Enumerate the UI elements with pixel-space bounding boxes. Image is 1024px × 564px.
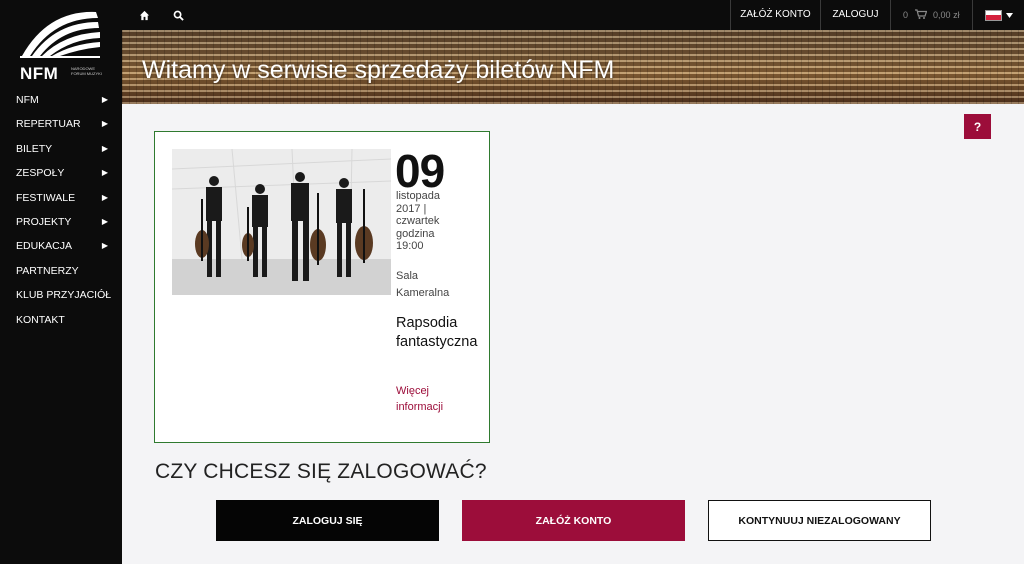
chevron-right-icon: ▶ bbox=[101, 192, 108, 202]
event-venue-line-1: Sala bbox=[396, 270, 419, 282]
language-selector[interactable] bbox=[972, 0, 1024, 30]
event-time: 19:00 bbox=[396, 240, 424, 252]
logo-text: NFM bbox=[20, 64, 59, 83]
nfm-logo[interactable]: NFM NARODOWE FORUM MUZYKI bbox=[18, 6, 104, 86]
search-icon[interactable] bbox=[166, 0, 190, 30]
sidebar-item-label: FESTIWALE bbox=[16, 191, 76, 204]
sidebar-item-label: REPERTUAR bbox=[16, 118, 81, 131]
hero-banner: Witamy w serwisie sprzedaży biletów NFM bbox=[122, 30, 1024, 104]
sidebar-item-zespoly[interactable]: ZESPOŁY ▶ bbox=[0, 161, 122, 185]
login-question-heading: CZY CHCESZ SIĘ ZALOGOWAĆ? bbox=[155, 460, 487, 483]
sidebar-item-repertuar[interactable]: REPERTUAR ▶ bbox=[0, 112, 122, 136]
event-photo[interactable] bbox=[172, 149, 391, 295]
event-card: 09 listopada 2017 | czwartek godzina 19:… bbox=[154, 131, 490, 443]
chevron-right-icon: ▶ bbox=[101, 216, 108, 226]
logo-waves-icon bbox=[20, 11, 100, 58]
event-time-label: godzina bbox=[396, 227, 435, 240]
register-link[interactable]: ZAŁÓŻ KONTO bbox=[730, 0, 820, 30]
sidebar-item-label: PARTNERZY bbox=[16, 264, 79, 277]
event-title[interactable]: Rapsodia fantastyczna bbox=[396, 314, 516, 352]
login-button[interactable]: ZALOGUJ SIĘ bbox=[216, 500, 439, 541]
sidebar-item-klub-przyjaciol[interactable]: KLUB PRZYJACIÓŁ bbox=[0, 283, 122, 307]
sidebar-item-label: KLUB PRZYJACIÓŁ bbox=[16, 289, 112, 302]
home-icon[interactable] bbox=[132, 0, 156, 30]
help-button[interactable]: ? bbox=[964, 114, 991, 139]
event-day: 09 bbox=[395, 145, 445, 197]
sidebar-nav: NFM ▶ REPERTUAR ▶ BILETY ▶ ZESPOŁY ▶ FESTIWA… bbox=[0, 88, 122, 332]
register-button[interactable]: ZAŁÓŻ KONTO bbox=[462, 500, 685, 541]
event-date-weekday: czwartek bbox=[396, 215, 440, 227]
cart-total: 0,00 zł bbox=[933, 10, 960, 20]
sidebar-item-festiwale[interactable]: FESTIWALE ▶ bbox=[0, 186, 122, 210]
logo-subtitle: NARODOWE FORUM MUZYKI bbox=[71, 66, 102, 76]
sidebar-item-kontakt[interactable]: KONTAKT bbox=[0, 308, 122, 332]
chevron-right-icon: ▶ bbox=[101, 241, 108, 251]
chevron-right-icon: ▶ bbox=[101, 119, 108, 129]
continue-without-login-button[interactable]: KONTYNUUJ NIEZALOGOWANY bbox=[708, 500, 931, 541]
login-link[interactable]: ZALOGUJ bbox=[820, 0, 890, 30]
page-title: Witamy w serwisie sprzedaży biletów NFM bbox=[142, 56, 615, 84]
sidebar-item-bilety[interactable]: BILETY ▶ bbox=[0, 137, 122, 161]
sidebar-item-label: EDUKACJA bbox=[16, 240, 73, 253]
chevron-right-icon: ▶ bbox=[101, 95, 108, 104]
event-date-year: 2017 | bbox=[396, 202, 427, 215]
more-info-link-line-2[interactable]: informacji bbox=[396, 399, 443, 415]
sidebar-item-edukacja[interactable]: EDUKACJA ▶ bbox=[0, 234, 122, 258]
sidebar-item-partnerzy[interactable]: PARTNERZY bbox=[0, 259, 122, 283]
sidebar-item-label: BILETY bbox=[16, 142, 53, 155]
chevron-right-icon: ▶ bbox=[101, 168, 108, 178]
cart-count: 0 bbox=[903, 10, 909, 20]
sidebar: NFM NARODOWE FORUM MUZYKI NFM ▶ REPERTUAR… bbox=[0, 0, 122, 564]
sidebar-item-label: KONTAKT bbox=[16, 313, 65, 326]
sidebar-item-label: NFM bbox=[16, 94, 39, 106]
sidebar-item-nfm[interactable]: NFM ▶ bbox=[0, 88, 122, 112]
musicians-photo-image bbox=[172, 149, 391, 295]
sidebar-item-label: PROJEKTY bbox=[16, 215, 72, 228]
sidebar-item-projekty[interactable]: PROJEKTY ▶ bbox=[0, 210, 122, 234]
cart-button[interactable]: 0 0,00 zł bbox=[890, 0, 972, 30]
cart-icon bbox=[914, 1, 927, 31]
chevron-right-icon: ▶ bbox=[101, 143, 108, 153]
polish-flag-icon bbox=[984, 9, 1002, 21]
sidebar-item-label: ZESPOŁY bbox=[16, 167, 65, 180]
more-info-link[interactable]: Więcej bbox=[396, 383, 429, 399]
event-date-month: listopada bbox=[396, 190, 441, 202]
caret-down-icon bbox=[1005, 12, 1013, 18]
event-venue-line-2: Kameralna bbox=[396, 287, 450, 299]
top-bar: ZAŁÓŻ KONTO ZALOGUJ 0 0,00 zł bbox=[122, 0, 1024, 30]
